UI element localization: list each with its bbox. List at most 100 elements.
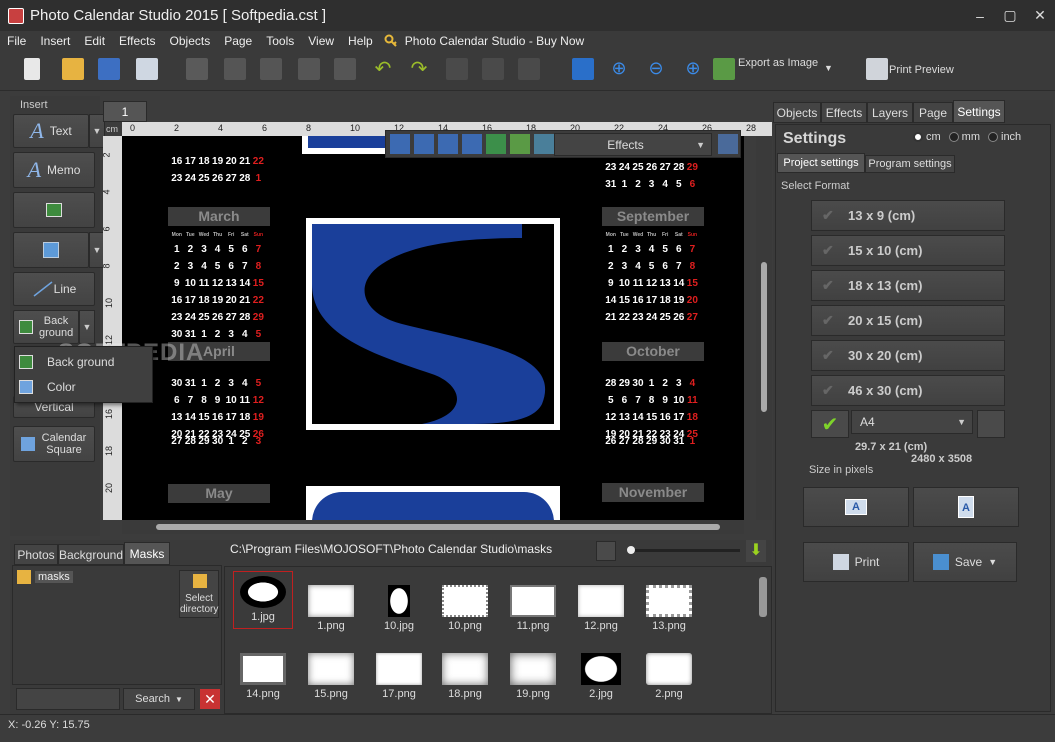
format-option[interactable]: ✔ 30 x 20 (cm) <box>811 340 1005 371</box>
print-preview-label[interactable]: Print Preview <box>889 64 954 76</box>
mask-thumb[interactable]: 17.png <box>369 653 429 700</box>
download-icon[interactable]: ⬇ <box>746 540 766 562</box>
add-page-icon[interactable] <box>136 58 158 80</box>
format-option[interactable]: ✔ 20 x 15 (cm) <box>811 305 1005 336</box>
subtab-project-settings[interactable]: Project settings <box>777 153 865 173</box>
mask-thumb[interactable]: 13.png <box>639 585 699 632</box>
unit-radio-inch[interactable] <box>988 132 998 142</box>
unit-radio-mm[interactable] <box>948 132 959 142</box>
mask-thumb[interactable]: 2.png <box>639 653 699 700</box>
page-tab-1[interactable]: 1 <box>103 101 147 122</box>
save-button[interactable]: Save ▼ <box>913 542 1017 582</box>
insert-memo-button[interactable]: A Memo <box>13 152 95 188</box>
crop-icon[interactable] <box>390 134 410 154</box>
close-button[interactable]: ✕ <box>1025 0 1055 31</box>
zoom-out-icon[interactable]: ⊖ <box>645 58 667 80</box>
canvas-horizontal-scrollbar[interactable] <box>122 520 744 534</box>
photo-frame[interactable] <box>306 218 560 430</box>
calendar-canvas[interactable]: 16 17 18 19 20 21 22 23 24 25 26 27 28 1 March Mon Tu… <box>122 136 744 520</box>
flip-horizontal-icon[interactable] <box>438 134 458 154</box>
mask-thumb[interactable]: 2.jpg <box>571 653 631 700</box>
tab-layers[interactable]: Layers <box>867 102 913 123</box>
bring-front-icon[interactable] <box>298 58 320 80</box>
menu-insert[interactable]: Insert <box>33 34 77 48</box>
menu-buy-now[interactable]: Photo Calendar Studio - Buy Now <box>398 34 591 48</box>
search-input[interactable] <box>16 688 120 710</box>
fit-icon[interactable] <box>486 134 506 154</box>
minimize-button[interactable]: ‒ <box>965 0 995 31</box>
mask-thumb[interactable]: 10.png <box>435 585 495 632</box>
folder-item-masks[interactable]: masks <box>17 570 73 584</box>
format-option[interactable]: ✔ 18 x 13 (cm) <box>811 270 1005 301</box>
tab-objects[interactable]: Objects <box>773 102 821 123</box>
menu-file[interactable]: File <box>0 34 33 48</box>
canvas-vertical-scrollbar[interactable] <box>756 136 772 520</box>
rotate-icon[interactable] <box>414 134 434 154</box>
insert-line-button[interactable]: Line <box>13 272 95 306</box>
tab-background[interactable]: Background <box>58 544 124 565</box>
redo-icon[interactable]: ↷ <box>408 58 430 80</box>
align-icon[interactable] <box>518 58 540 80</box>
group-icon[interactable] <box>446 58 468 80</box>
clear-search-icon[interactable]: ✕ <box>200 689 220 709</box>
bring-forward-icon[interactable] <box>224 58 246 80</box>
format-option[interactable]: ✔ 13 x 9 (cm) <box>811 200 1005 231</box>
photo-frame-bottom[interactable] <box>306 486 560 520</box>
insert-image-button[interactable] <box>13 192 95 228</box>
tab-masks[interactable]: Masks <box>124 542 170 565</box>
format-option[interactable]: ✔ 15 x 10 (cm) <box>811 235 1005 266</box>
select-directory-button[interactable]: Select directory <box>179 570 219 618</box>
export-image-icon[interactable] <box>713 58 735 80</box>
menu-page[interactable]: Page <box>217 34 259 48</box>
custom-format-check-button[interactable]: ✔ <box>811 410 849 438</box>
ungroup-icon[interactable] <box>482 58 504 80</box>
zoom-fit-icon[interactable] <box>572 58 594 80</box>
menu-objects[interactable]: Objects <box>163 34 218 48</box>
add-format-icon[interactable] <box>977 410 1005 438</box>
print-button[interactable]: Print <box>803 542 909 582</box>
maximize-button[interactable]: ▢ <box>995 0 1025 31</box>
insert-text-button[interactable]: A Text <box>13 114 89 148</box>
open-folder-icon[interactable] <box>62 58 84 80</box>
paper-size-select[interactable]: A4 ▼ <box>851 410 973 434</box>
menu-help[interactable]: Help <box>341 34 380 48</box>
horizontal-scroll-thumb[interactable] <box>156 524 720 530</box>
new-file-icon[interactable] <box>24 58 40 80</box>
save-icon[interactable] <box>98 58 120 80</box>
zoom-in-icon[interactable]: ⊕ <box>608 58 630 80</box>
menu-item-background[interactable]: Back ground <box>19 351 114 373</box>
image-replace-icon[interactable] <box>534 134 554 154</box>
orientation-portrait-button[interactable]: A <box>913 487 1019 527</box>
tab-page[interactable]: Page <box>913 102 953 123</box>
menu-effects[interactable]: Effects <box>112 34 162 48</box>
menu-item-color[interactable]: Color <box>19 376 76 398</box>
flip-vertical-icon[interactable] <box>462 134 482 154</box>
search-button[interactable]: Search ▼ <box>123 688 195 710</box>
print-preview-icon[interactable] <box>866 58 888 80</box>
mask-thumb[interactable]: 11.png <box>503 585 563 632</box>
gallery-scroll-thumb[interactable] <box>759 577 767 617</box>
mask-thumb[interactable]: 1.png <box>301 585 361 632</box>
format-option[interactable]: ✔ 46 x 30 (cm) <box>811 375 1005 406</box>
mask-thumb[interactable]: 15.png <box>301 653 361 700</box>
mask-thumb[interactable]: 14.png <box>233 653 293 700</box>
effects-settings-icon[interactable] <box>718 134 738 154</box>
mask-thumb[interactable]: 18.png <box>435 653 495 700</box>
effects-dropdown[interactable]: Effects ▼ <box>554 133 712 156</box>
tab-photos[interactable]: Photos <box>14 544 58 565</box>
thumbnail-size-slider[interactable] <box>627 546 740 554</box>
vertical-scroll-thumb[interactable] <box>761 262 767 412</box>
send-back-icon[interactable] <box>334 58 356 80</box>
mask-thumb[interactable]: 19.png <box>503 653 563 700</box>
export-as-image-label[interactable]: Export as Image <box>738 57 818 69</box>
menu-tools[interactable]: Tools <box>259 34 301 48</box>
mask-thumb[interactable]: 12.png <box>571 585 631 632</box>
delete-page-icon[interactable] <box>186 58 208 80</box>
orientation-landscape-button[interactable]: A <box>803 487 909 527</box>
insert-calendar-square-button[interactable]: Calendar Square <box>13 426 95 462</box>
insert-shape-button[interactable] <box>13 232 89 268</box>
tab-effects[interactable]: Effects <box>821 102 867 123</box>
unit-radio-cm[interactable] <box>913 132 923 142</box>
mask-thumb[interactable]: 1.jpg <box>233 571 293 629</box>
menu-view[interactable]: View <box>301 34 341 48</box>
